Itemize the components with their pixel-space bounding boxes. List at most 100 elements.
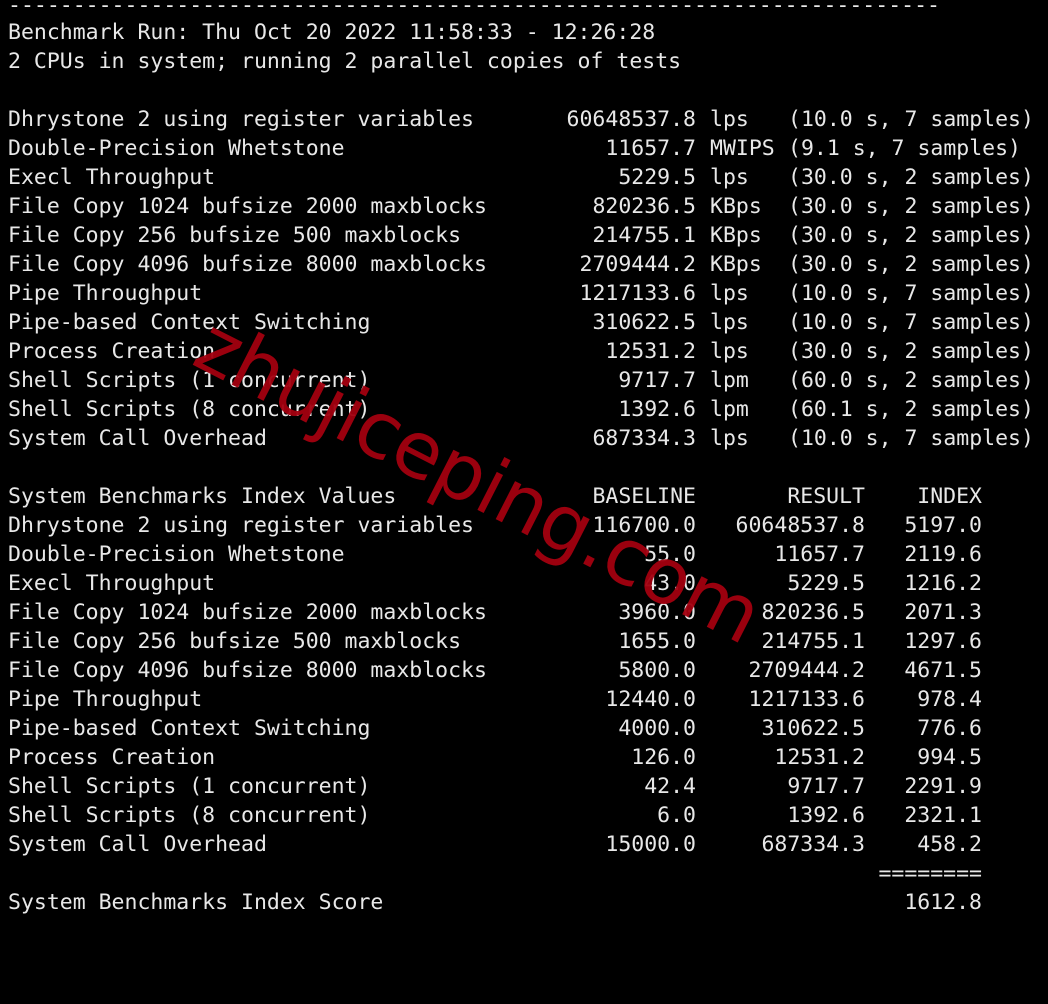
index-value: 978.4 [917, 687, 982, 712]
result-value: 12531.2 [774, 745, 865, 770]
test-name: System Call Overhead [8, 426, 267, 451]
index-value: 2321.1 [904, 803, 982, 828]
result-value: 60648537.8 [735, 513, 865, 538]
baseline-value: 4000.0 [618, 716, 696, 741]
baseline-value: 6.0 [657, 803, 696, 828]
index-test-name: System Call Overhead [8, 832, 267, 857]
index-test-name: File Copy 1024 bufsize 2000 maxblocks [8, 600, 487, 625]
test-unit: KBps [710, 223, 762, 248]
test-name: File Copy 256 bufsize 500 maxblocks [8, 223, 462, 248]
test-name: Pipe Throughput [8, 281, 203, 306]
test-name: Dhrystone 2 using register variables [8, 107, 474, 132]
test-name: Shell Scripts (8 concurrent) [8, 397, 371, 422]
baseline-value: 116700.0 [592, 513, 696, 538]
score-separator-row: ======== [8, 859, 982, 888]
index-test-name: Shell Scripts (8 concurrent) [8, 803, 371, 828]
test-name: File Copy 4096 bufsize 8000 maxblocks [8, 252, 487, 277]
result-value: 1392.6 [787, 803, 865, 828]
test-unit: KBps [710, 194, 762, 219]
column-header-result: RESULT [787, 484, 865, 509]
index-value: 2119.6 [904, 542, 982, 567]
separator-text: ----------------------------------------… [8, 0, 940, 18]
test-unit: lpm [710, 397, 749, 422]
test-name: Shell Scripts (1 concurrent) [8, 368, 371, 393]
test-detail: (30.0 s, 2 samples) [788, 165, 1034, 190]
index-test-name: File Copy 4096 bufsize 8000 maxblocks [8, 658, 487, 683]
index-value: 5197.0 [904, 513, 982, 538]
baseline-value: 126.0 [631, 745, 696, 770]
index-value: 458.2 [917, 832, 982, 857]
index-test-name: Process Creation [8, 745, 216, 770]
baseline-value: 12440.0 [605, 687, 696, 712]
index-value: 1216.2 [904, 571, 982, 596]
result-value: 5229.5 [787, 571, 865, 596]
index-value: 4671.5 [904, 658, 982, 683]
test-value: 5229.5 [618, 165, 696, 190]
test-unit: lps [710, 165, 749, 190]
test-name: Double-Precision Whetstone [8, 136, 345, 161]
result-value: 9717.7 [787, 774, 865, 799]
baseline-value: 43.0 [644, 571, 696, 596]
column-header-index: INDEX [917, 484, 982, 509]
result-value: 214755.1 [761, 629, 865, 654]
benchmark-run-text: Benchmark Run: Thu Oct 20 2022 11:58:33 … [8, 20, 656, 45]
terminal-window[interactable]: ----------------------------------------… [0, 0, 1048, 936]
test-value: 310622.5 [592, 310, 696, 335]
test-value: 1392.6 [618, 397, 696, 422]
test-detail: (10.0 s, 7 samples) [788, 310, 1034, 335]
test-unit: MWIPS [710, 136, 775, 161]
index-score-value: 1612.8 [904, 890, 982, 915]
test-unit: lps [710, 107, 749, 132]
test-detail: (60.1 s, 2 samples) [788, 397, 1034, 422]
test-name: Pipe-based Context Switching [8, 310, 371, 335]
index-value: 994.5 [917, 745, 982, 770]
index-test-name: Double-Precision Whetstone [8, 542, 345, 567]
index-test-name: Pipe Throughput [8, 687, 203, 712]
index-test-name: Pipe-based Context Switching [8, 716, 371, 741]
test-detail: (30.0 s, 2 samples) [788, 339, 1034, 364]
index-table-title: System Benchmarks Index Values [8, 484, 397, 509]
test-detail: (10.0 s, 7 samples) [788, 107, 1034, 132]
result-value: 1217133.6 [748, 687, 866, 712]
index-test-name: Shell Scripts (1 concurrent) [8, 774, 371, 799]
test-value: 687334.3 [592, 426, 696, 451]
test-value: 1217133.6 [579, 281, 697, 306]
result-value: 11657.7 [774, 542, 865, 567]
test-detail: (60.0 s, 2 samples) [788, 368, 1034, 393]
separator-line: ----------------------------------------… [8, 0, 940, 20]
test-detail: (10.0 s, 7 samples) [788, 426, 1034, 451]
test-unit: lpm [710, 368, 749, 393]
index-score-row: System Benchmarks Index Score 1612.8 [8, 888, 982, 917]
test-detail: (30.0 s, 2 samples) [788, 194, 1034, 219]
test-detail: (10.0 s, 7 samples) [788, 281, 1034, 306]
index-value: 776.6 [917, 716, 982, 741]
index-value: 1297.6 [904, 629, 982, 654]
result-value: 820236.5 [761, 600, 865, 625]
test-name: File Copy 1024 bufsize 2000 maxblocks [8, 194, 487, 219]
baseline-value: 5800.0 [618, 658, 696, 683]
index-value: 2071.3 [904, 600, 982, 625]
index-test-name: File Copy 256 bufsize 500 maxblocks [8, 629, 462, 654]
test-value: 60648537.8 [566, 107, 696, 132]
index-header-row: System Benchmarks Index Values BASELINE … [8, 482, 982, 511]
test-value: 820236.5 [592, 194, 696, 219]
test-value: 214755.1 [592, 223, 696, 248]
column-header-baseline: BASELINE [592, 484, 696, 509]
index-test-name: Execl Throughput [8, 571, 216, 596]
baseline-value: 15000.0 [605, 832, 696, 857]
test-name: Execl Throughput [8, 165, 216, 190]
benchmark-run-line: Benchmark Run: Thu Oct 20 2022 11:58:33 … [8, 18, 655, 47]
baseline-value: 42.4 [644, 774, 696, 799]
test-unit: KBps [710, 252, 762, 277]
result-value: 310622.5 [761, 716, 865, 741]
test-unit: lps [710, 281, 749, 306]
score-separator: ======== [878, 861, 982, 886]
test-value: 11657.7 [605, 136, 696, 161]
test-value: 2709444.2 [579, 252, 697, 277]
test-unit: lps [710, 426, 749, 451]
cpu-info-line: 2 CPUs in system; running 2 parallel cop… [8, 47, 681, 76]
test-unit: lps [710, 310, 749, 335]
test-value: 12531.2 [605, 339, 696, 364]
test-name: Process Creation [8, 339, 216, 364]
baseline-value: 55.0 [644, 542, 696, 567]
